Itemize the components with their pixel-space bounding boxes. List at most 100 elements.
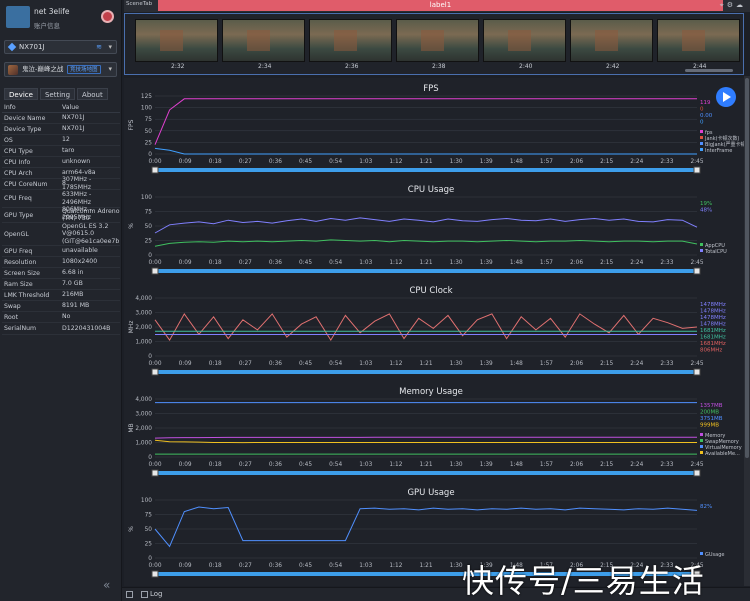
x-tick-label: 0:00 — [148, 462, 161, 468]
x-tick-label: 2:06 — [570, 159, 583, 165]
table-row[interactable]: GPU Type Qualcomm Adreno (TM) 730 — [2, 208, 120, 223]
thumbnail[interactable] — [570, 19, 653, 62]
log-checkbox[interactable] — [141, 591, 148, 598]
table-row[interactable]: SerialNum D1220431004B — [2, 323, 120, 335]
time-range-slider[interactable] — [153, 370, 699, 374]
thumbnail[interactable] — [222, 19, 305, 62]
settings-icon[interactable]: ⚙ — [727, 1, 736, 9]
slider-handle-end[interactable] — [693, 166, 701, 174]
table-row[interactable]: CPU Info unknown — [2, 157, 120, 168]
x-tick-label: 1:57 — [540, 361, 553, 367]
x-tick-label: 1:21 — [419, 159, 432, 165]
play-button[interactable] — [716, 87, 736, 107]
time-range-slider[interactable] — [153, 168, 699, 172]
x-tick-label: 1:57 — [540, 159, 553, 165]
x-tick-label: 2:24 — [630, 462, 643, 468]
x-tick-label: 0:36 — [269, 260, 282, 266]
info-value: No — [62, 313, 71, 321]
info-value: 216MB — [62, 291, 84, 299]
info-value: taro — [62, 147, 75, 155]
time-range-slider[interactable] — [153, 269, 699, 273]
table-header: Info Value — [2, 102, 120, 113]
thumbnail[interactable] — [135, 19, 218, 62]
legend-value: 1681MHz — [700, 335, 726, 341]
tab-setting[interactable]: Setting — [39, 88, 76, 100]
table-row[interactable]: OpenGL OpenGL ES 3.2 V@0615.0 (GIT@6e1ca0… — [2, 223, 120, 246]
legend-swatch — [700, 243, 703, 246]
legend-label: Jank(卡顿次数) — [704, 135, 740, 142]
info-value: NX701J — [62, 125, 85, 133]
app-select[interactable]: 鬼泣-巅峰之战 竞技场地图 ▾ — [4, 62, 117, 77]
toolbar-icons[interactable]: ⌖⚙☁ — [720, 1, 746, 10]
table-row[interactable]: Resolution 1080x2400 — [2, 257, 120, 268]
x-tick-label: 1:57 — [540, 462, 553, 468]
table-row[interactable]: CPU Type taro — [2, 146, 120, 157]
info-key: GPU Type — [4, 211, 34, 219]
x-tick-label: 1:30 — [450, 260, 463, 266]
avatar[interactable] — [6, 6, 30, 28]
legend-label: InterFrame — [705, 148, 732, 154]
slider-handle-end[interactable] — [693, 267, 701, 275]
info-key: CPU Info — [4, 158, 31, 166]
x-tick-label: 0:36 — [269, 563, 282, 569]
table-row[interactable]: OS 12 — [2, 135, 120, 146]
legend-swatch — [700, 433, 703, 436]
time-range-slider[interactable] — [153, 471, 699, 475]
column-header-info[interactable]: Info — [2, 102, 62, 112]
x-tick-label: 0:18 — [209, 361, 222, 367]
column-header-value[interactable]: Value — [62, 102, 79, 112]
legend-swatch — [700, 142, 703, 145]
slider-handle-start[interactable] — [151, 469, 159, 477]
table-row[interactable]: GPU Freq unavailable — [2, 246, 120, 257]
info-key: Ram Size — [4, 280, 33, 288]
info-key: GPU Freq — [4, 247, 33, 255]
slider-handle-end[interactable] — [693, 368, 701, 376]
toggle-checkbox[interactable] — [126, 591, 133, 598]
table-row[interactable]: Device Name NX701J — [2, 113, 120, 124]
slider-handle-end[interactable] — [693, 469, 701, 477]
slider-handle-start[interactable] — [151, 368, 159, 376]
tab-about[interactable]: About — [77, 88, 108, 100]
slider-handle-start[interactable] — [151, 570, 159, 578]
x-tick-label: 2:15 — [600, 159, 613, 165]
x-tick-label: 0:09 — [179, 159, 192, 165]
legend-swatch — [700, 148, 703, 151]
table-row[interactable]: Swap 8191 MB — [2, 301, 120, 312]
legend-value: 0 — [700, 120, 704, 126]
info-key: Device Name — [4, 114, 46, 122]
info-key: SerialNum — [4, 325, 37, 332]
device-select[interactable]: NX701J ≋ ▾ — [4, 40, 117, 54]
collapse-sidebar-icon[interactable]: « — [103, 578, 110, 592]
slider-handle-start[interactable] — [151, 166, 159, 174]
legend-swatch — [700, 445, 703, 448]
thumbnail[interactable] — [657, 19, 740, 62]
x-tick-label: 1:39 — [480, 462, 493, 468]
table-row[interactable]: Device Type NX701J — [2, 124, 120, 135]
table-row[interactable]: Ram Size 7.0 GB — [2, 279, 120, 290]
table-row[interactable]: LMK Threshold 216MB — [2, 290, 120, 301]
vertical-scrollbar[interactable] — [744, 76, 750, 586]
thumbnail[interactable] — [483, 19, 566, 62]
legend-swatch — [700, 136, 703, 139]
slider-handle-start[interactable] — [151, 267, 159, 275]
location-icon[interactable]: ⌖ — [720, 1, 727, 9]
account-info-link[interactable]: 账户信息 — [34, 20, 60, 30]
label-track[interactable]: label1 — [158, 0, 723, 11]
scene-tab[interactable]: SceneTab — [126, 1, 152, 7]
record-button[interactable] — [101, 10, 114, 23]
chart-title: CPU Usage — [408, 185, 454, 195]
thumbnail[interactable] — [309, 19, 392, 62]
x-tick-label: 2:33 — [660, 361, 673, 367]
x-tick-label: 0:00 — [148, 260, 161, 266]
legend-value: 999MB — [700, 423, 719, 429]
table-row[interactable]: CPU Freq 307MHz - 1785MHz 633MHz - 2496MH… — [2, 176, 120, 221]
screenshot-strip[interactable]: 2:32 2:34 2:36 2:38 2:40 2:42 2:44 — [124, 13, 744, 75]
charts-panel: FPS FPS 0 25 50 75 100 125 0:00 0:09 0:18 0:27 0:36 0… — [124, 78, 744, 586]
series-line-fps — [154, 98, 697, 145]
table-row[interactable]: Screen Size 6.68 in — [2, 268, 120, 279]
tab-device[interactable]: Device — [4, 88, 38, 100]
cloud-icon[interactable]: ☁ — [736, 1, 746, 9]
table-row[interactable]: Root No — [2, 312, 120, 323]
thumbnail[interactable] — [396, 19, 479, 62]
info-key: CPU CoreNum — [4, 180, 48, 188]
